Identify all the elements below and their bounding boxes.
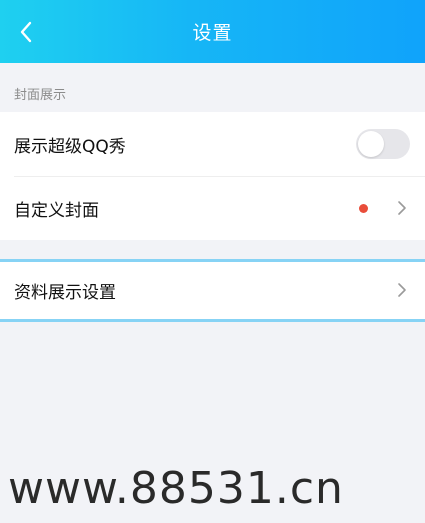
top-nav-bar: 设置 — [0, 0, 425, 63]
super-qq-show-toggle[interactable] — [356, 129, 410, 159]
section-label-cover-display: 封面展示 — [14, 88, 67, 103]
custom-cover-row[interactable]: 自定义封面 — [0, 176, 425, 240]
chevron-right-icon — [398, 201, 406, 215]
row-label: 展示超级QQ秀 — [14, 136, 126, 157]
cover-settings-card: 展示超级QQ秀 自定义封面 — [0, 112, 425, 240]
watermark-text: www.88531.cn — [8, 463, 344, 514]
show-super-qq-show-row[interactable]: 展示超级QQ秀 — [0, 112, 425, 176]
page-title: 设置 — [192, 22, 233, 44]
chevron-right-icon — [398, 283, 406, 297]
row-label: 资料展示设置 — [14, 283, 116, 303]
row-label: 自定义封面 — [14, 200, 99, 221]
toggle-knob — [358, 131, 384, 157]
profile-display-settings-row[interactable]: 资料展示设置 — [0, 259, 425, 322]
new-badge-dot — [359, 204, 368, 213]
